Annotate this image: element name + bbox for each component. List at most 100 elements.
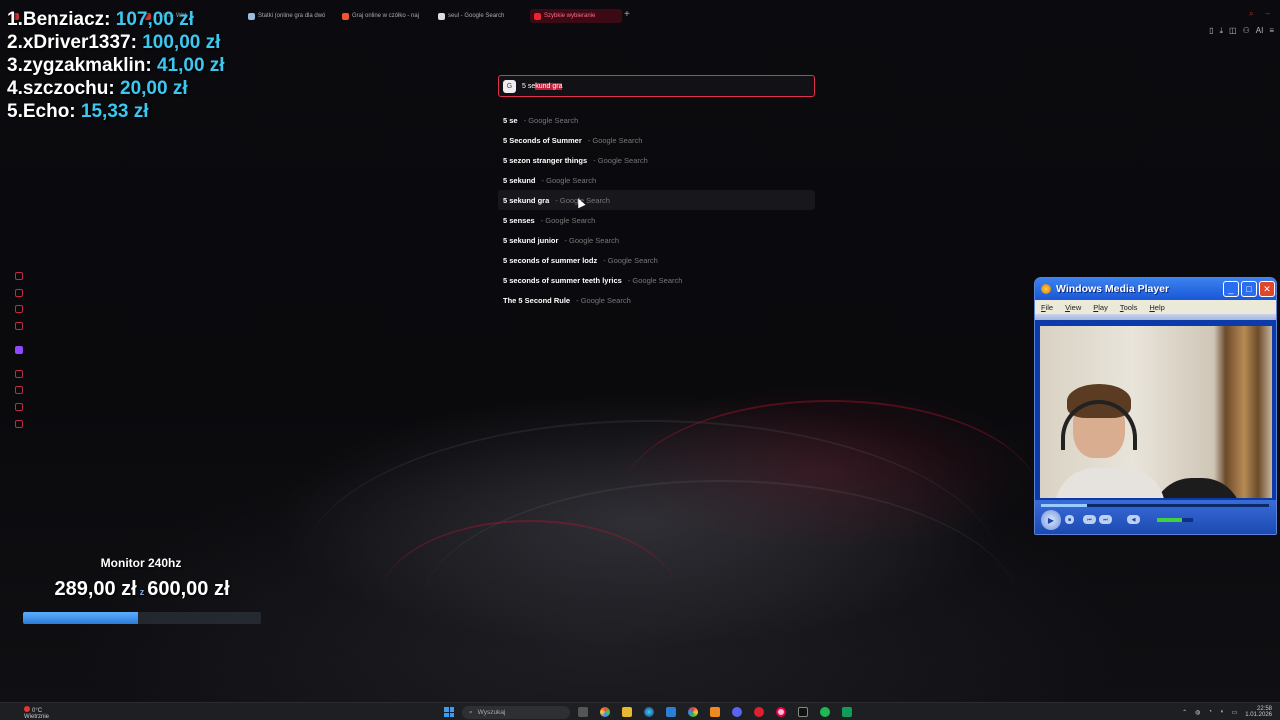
search-suggestion[interactable]: 5 Seconds of Summer Google Search <box>498 130 815 150</box>
tab-label: Graj online w czółko - naj <box>352 13 420 19</box>
play-button[interactable]: ▶ <box>1041 510 1061 530</box>
history-icon[interactable] <box>15 386 23 395</box>
new-tab-button[interactable]: + <box>624 9 630 20</box>
mute-button[interactable]: ◀ <box>1127 515 1140 524</box>
taskbar-search[interactable]: ⌕ Wyszukaj <box>462 706 570 719</box>
donor-rank: 3. <box>7 55 23 76</box>
media-player-controls: ▶ ■ ⏮ ⏭ ◀ <box>1035 500 1276 534</box>
donor-amount: 41,00 zł <box>156 55 225 76</box>
shop-icon[interactable] <box>15 288 23 297</box>
seek-bar-fill <box>1041 504 1087 507</box>
terminal-icon[interactable] <box>798 707 808 717</box>
search-suggestion[interactable]: 5 se Google Search <box>498 110 815 130</box>
suggestion-source: Google Search <box>593 156 648 165</box>
menu-icon[interactable]: ≡ <box>1269 26 1274 36</box>
clock-icon[interactable] <box>15 369 23 378</box>
suggestion-source: Google Search <box>628 276 682 285</box>
menu-item-help[interactable]: Help <box>1149 303 1164 312</box>
start-button[interactable] <box>444 707 454 717</box>
search-icon[interactable]: ⌕ <box>1249 9 1253 19</box>
chevron-up-icon[interactable]: ⌃ <box>1182 709 1187 716</box>
previous-button[interactable]: ⏮ <box>1083 515 1096 524</box>
battery-icon[interactable]: ▭ <box>1232 709 1238 716</box>
twitch-icon[interactable] <box>15 345 23 354</box>
store-icon[interactable] <box>666 707 676 717</box>
search-suggestion[interactable]: 5 sezon stranger things Google Search <box>498 150 815 170</box>
send-icon[interactable] <box>15 402 23 411</box>
autocomplete-selection: kund gra <box>535 82 563 90</box>
download-icon[interactable]: ⤓ <box>1219 26 1223 36</box>
suggestion-source: Google Search <box>588 136 642 145</box>
suggestion-query: 5 seconds of summer teeth lyrics <box>503 275 622 285</box>
tab-label: Szybkie wybieranie <box>544 13 596 19</box>
window-controls: ⌕ – <box>1249 9 1270 19</box>
history-icon[interactable] <box>15 272 23 280</box>
search-input[interactable]: 5 sekund gra <box>522 82 563 90</box>
volume-slider[interactable] <box>1157 518 1193 522</box>
spotify-icon[interactable] <box>820 707 830 717</box>
minimize-button[interactable]: _ <box>1223 281 1239 297</box>
browser-tab[interactable]: Graj online w czółko - naj <box>338 9 430 23</box>
task-view-icon[interactable] <box>578 707 588 717</box>
browser-tab[interactable]: seul - Google Search <box>434 9 526 23</box>
goal-title: Monitor 240hz <box>100 556 182 570</box>
camera-icon[interactable]: ◫ <box>1229 26 1237 36</box>
app-icon[interactable] <box>710 707 720 717</box>
goal-current: 289,00 zł <box>54 578 137 600</box>
weather-widget[interactable]: 0°C Wietrznie <box>24 706 49 720</box>
clock[interactable]: 22:58 1.01.2026 <box>1245 706 1272 718</box>
media-player-titlebar[interactable]: Windows Media Player _ □ ✕ <box>1035 278 1276 300</box>
suggestion-source: Google Search <box>564 236 619 245</box>
media-player-title: Windows Media Player <box>1056 283 1170 295</box>
file-explorer-icon[interactable] <box>622 707 632 717</box>
ai-button[interactable]: AI <box>1256 26 1264 36</box>
browser-tab[interactable]: Statki (online gra dla dwó <box>244 9 334 23</box>
settings-icon[interactable] <box>15 419 23 428</box>
search-suggestion[interactable]: 5 sekund junior Google Search <box>498 230 815 250</box>
volume-icon[interactable]: ◖ <box>1220 709 1224 715</box>
bookmark-icon[interactable]: ▯ <box>1209 26 1213 36</box>
wallet-icon[interactable] <box>15 305 23 314</box>
suggestion-source: Google Search <box>576 296 631 305</box>
copilot-icon[interactable] <box>600 707 610 717</box>
search-box[interactable]: G 5 sekund gra <box>498 75 815 97</box>
goal-progress-fill <box>23 612 138 624</box>
opera-icon[interactable] <box>754 707 764 717</box>
next-button[interactable]: ⏭ <box>1099 515 1112 524</box>
menu-item-play[interactable]: Play <box>1093 303 1108 312</box>
extensions-icon[interactable]: ⚇ <box>1243 26 1250 36</box>
search-suggestion[interactable]: 5 sekund graGoogle Search <box>498 190 815 210</box>
weather-desc: Wietrznie <box>24 714 50 720</box>
edge-icon[interactable] <box>644 707 654 717</box>
search-suggestion[interactable]: 5 sekund Google Search <box>498 170 815 190</box>
close-button[interactable]: ✕ <box>1259 281 1275 297</box>
goal-separator: z <box>139 587 145 597</box>
menu-item-view[interactable]: View <box>1065 303 1081 312</box>
stop-button[interactable]: ■ <box>1065 515 1074 524</box>
network-icon[interactable]: ◍ <box>1195 709 1200 716</box>
chrome-icon[interactable] <box>688 707 698 717</box>
goal-amounts: 289,00 zł z 600,00 zł <box>22 578 262 601</box>
opera-gx-icon[interactable] <box>776 707 786 717</box>
discord-icon[interactable] <box>732 707 742 717</box>
menu-item-file[interactable]: File <box>1041 303 1053 312</box>
app-icon[interactable] <box>842 707 852 717</box>
news-icon[interactable] <box>15 321 23 330</box>
goal-target: 600,00 zł <box>147 578 230 600</box>
seek-bar[interactable] <box>1041 504 1269 507</box>
suggestion-source: Google Search <box>541 216 595 225</box>
search-suggestion[interactable]: 5 senses Google Search <box>498 210 815 230</box>
search-suggestion[interactable]: 5 seconds of summer lodz Google Search <box>498 250 815 270</box>
tab-favicon-icon <box>342 12 349 20</box>
menu-item-tools[interactable]: Tools <box>1120 303 1138 312</box>
search-suggestion[interactable]: 5 seconds of summer teeth lyrics Google S… <box>498 270 815 290</box>
search-suggestion[interactable]: The 5 Second Rule Google Search <box>498 290 815 310</box>
browser-tab[interactable]: Szybkie wybieranie <box>530 9 622 23</box>
wifi-icon[interactable]: ◔ <box>1208 709 1212 715</box>
suggestion-query: 5 seconds of summer lodz <box>503 255 598 265</box>
minimize-icon[interactable]: – <box>1266 9 1270 19</box>
suggestion-query: 5 sekund junior <box>503 235 559 245</box>
desktop-stage: ...eam - Wat Statki (online gra dla dwó Gr… <box>0 0 1280 720</box>
maximize-button[interactable]: □ <box>1241 281 1257 297</box>
donor-name: szczochu: <box>22 78 115 99</box>
